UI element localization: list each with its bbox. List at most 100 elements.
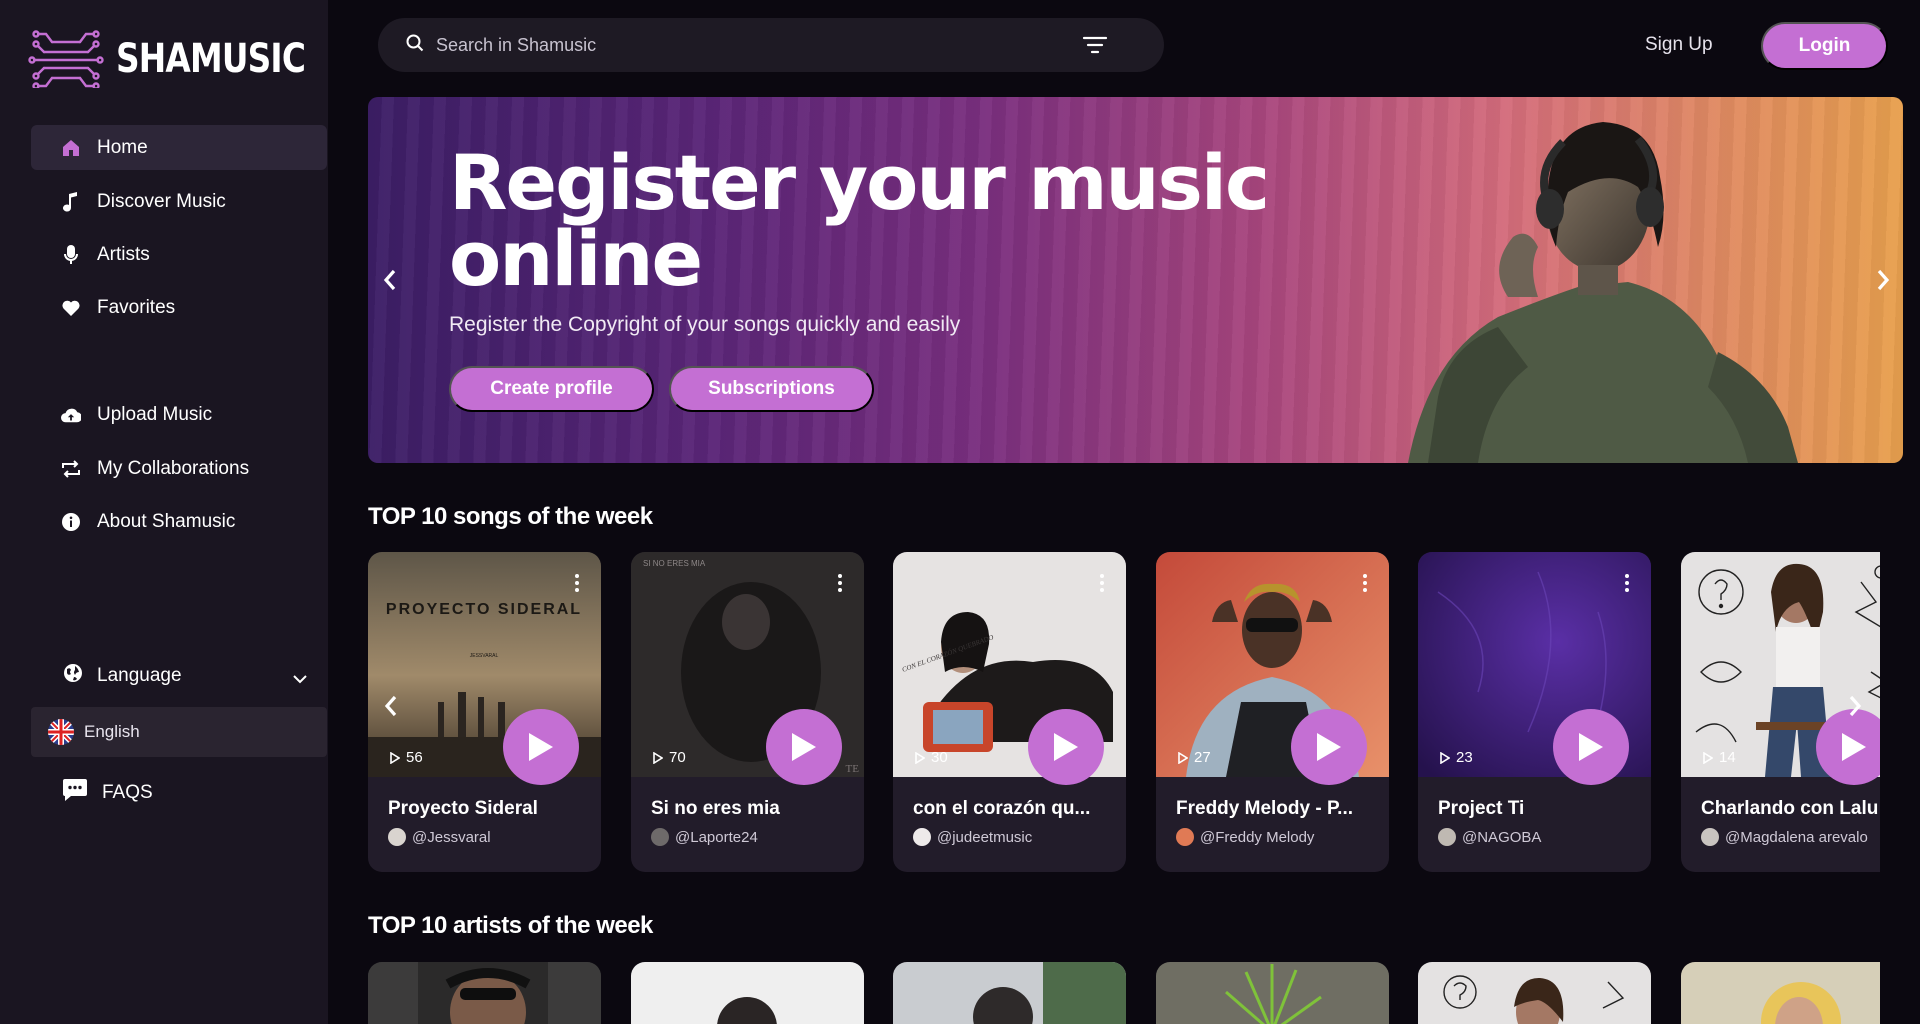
login-button[interactable]: Login — [1761, 22, 1888, 70]
cloud-upload-icon — [61, 405, 81, 425]
play-button[interactable] — [1291, 709, 1367, 785]
home-icon — [61, 138, 81, 158]
heart-icon — [61, 298, 81, 318]
avatar — [913, 828, 931, 846]
sidebar-item-about-shamusic[interactable]: About Shamusic — [31, 499, 327, 544]
language-dropdown-toggle[interactable]: Language — [31, 656, 327, 696]
chat-bubble-icon — [62, 778, 88, 808]
play-button[interactable] — [766, 709, 842, 785]
sidebar-item-upload-music[interactable]: Upload Music — [31, 392, 327, 437]
song-card[interactable]: SI NO ERES MIA TE 70 Si no eres mia @Lap… — [631, 552, 864, 872]
song-title[interactable]: Si no eres mia — [651, 798, 851, 820]
sidebar-item-my-collaborations[interactable]: My Collaborations — [31, 446, 327, 491]
artist-card[interactable] — [1156, 962, 1389, 1024]
song-artist[interactable]: @judeetmusic — [913, 828, 1032, 846]
subscriptions-button[interactable]: Subscriptions — [669, 366, 874, 412]
search-input[interactable] — [436, 34, 1076, 56]
play-icon — [1317, 733, 1341, 761]
language-label: Language — [97, 665, 182, 686]
song-artist[interactable]: @NAGOBA — [1438, 828, 1541, 846]
artist-card[interactable] — [631, 962, 864, 1024]
info-icon — [61, 512, 81, 532]
artist-card[interactable] — [893, 962, 1126, 1024]
artist-photo — [368, 962, 601, 1024]
sidebar-item-label: About Shamusic — [97, 510, 236, 532]
play-count-value: 27 — [1194, 749, 1211, 766]
play-button[interactable] — [1553, 709, 1629, 785]
create-profile-button[interactable]: Create profile — [449, 366, 654, 412]
play-count-value: 70 — [669, 749, 686, 766]
song-artist[interactable]: @Laporte24 — [651, 828, 758, 846]
faqs-label: FAQS — [102, 782, 153, 803]
artist-card[interactable] — [1418, 962, 1651, 1024]
music-note-icon — [61, 191, 81, 212]
play-icon — [1579, 733, 1603, 761]
song-card[interactable]: CON EL CORAZÓN QUEBRADO 30 con el corazó… — [893, 552, 1126, 872]
song-title[interactable]: Freddy Melody - P... — [1176, 798, 1376, 820]
language-option-english[interactable]: English — [31, 707, 327, 757]
artist-photo — [1418, 962, 1651, 1024]
song-artist[interactable]: @Jessvaral — [388, 828, 491, 846]
artist-photo — [893, 962, 1126, 1024]
carousel-next-icon[interactable] — [1846, 693, 1864, 724]
song-title[interactable]: Project Ti — [1438, 798, 1638, 820]
hero-title-line-1: Register your music — [449, 138, 1270, 227]
more-options-icon[interactable] — [1100, 574, 1104, 597]
sidebar: SHAMUSIC Home Discover Music Artists Fav… — [0, 0, 328, 1024]
hero-person-image — [1408, 122, 1798, 463]
cover-text: SI NO ERES MIA — [643, 559, 706, 568]
carousel-prev-icon[interactable] — [382, 693, 400, 724]
cover-small-text: JESSVARAL — [470, 653, 499, 659]
song-title[interactable]: con el corazón qu... — [913, 798, 1113, 820]
sidebar-item-artists[interactable]: Artists — [31, 232, 327, 277]
play-button[interactable] — [503, 709, 579, 785]
artist-photo — [631, 962, 864, 1024]
song-title[interactable]: Proyecto Sideral — [388, 798, 588, 820]
logo[interactable]: SHAMUSIC — [28, 30, 347, 88]
globe-icon — [63, 663, 83, 689]
more-options-icon[interactable] — [838, 574, 842, 597]
play-count-value: 30 — [931, 749, 948, 766]
chevron-left-icon[interactable] — [380, 265, 400, 300]
filter-icon[interactable] — [1082, 34, 1108, 61]
artist-photo — [1681, 962, 1880, 1024]
repeat-icon — [61, 459, 81, 479]
more-options-icon[interactable] — [1363, 574, 1367, 597]
sign-up-link[interactable]: Sign Up — [1645, 34, 1713, 56]
sidebar-item-home[interactable]: Home — [31, 125, 327, 170]
song-title[interactable]: Charlando con Lalu — [1701, 798, 1880, 820]
more-options-icon[interactable] — [1625, 574, 1629, 597]
play-outline-icon — [1440, 751, 1450, 764]
artist-handle: @Laporte24 — [675, 828, 758, 846]
song-artist[interactable]: @Magdalena arevalo — [1701, 828, 1868, 846]
play-button[interactable] — [1028, 709, 1104, 785]
play-count-value: 14 — [1719, 749, 1736, 766]
play-icon — [1842, 733, 1866, 761]
sidebar-item-label: Favorites — [97, 296, 176, 318]
sidebar-item-label: Upload Music — [97, 403, 213, 425]
play-count: 23 — [1440, 749, 1473, 766]
faqs-link[interactable]: FAQS — [62, 778, 153, 808]
hero-subtitle: Register the Copyright of your songs qui… — [449, 313, 961, 336]
chevron-right-icon[interactable] — [1873, 265, 1893, 300]
sidebar-item-label: Discover Music — [97, 190, 226, 212]
search-icon — [406, 34, 424, 57]
song-card[interactable]: 27 Freddy Melody - P... @Freddy Melody — [1156, 552, 1389, 872]
play-count: 27 — [1178, 749, 1211, 766]
artist-card[interactable] — [368, 962, 601, 1024]
song-card[interactable]: PROYECTO SIDERAL JESSVARAL 56 Proyecto S… — [368, 552, 601, 872]
play-count-value: 23 — [1456, 749, 1473, 766]
play-count: 70 — [653, 749, 686, 766]
sidebar-item-label: My Collaborations — [97, 457, 250, 479]
sidebar-item-favorites[interactable]: Favorites — [31, 285, 327, 330]
sidebar-item-label: Home — [97, 136, 148, 158]
song-artist[interactable]: @Freddy Melody — [1176, 828, 1314, 846]
song-card[interactable]: 23 Project Ti @NAGOBA — [1418, 552, 1651, 872]
artist-card[interactable] — [1681, 962, 1880, 1024]
play-count: 14 — [1703, 749, 1736, 766]
sidebar-item-discover-music[interactable]: Discover Music — [31, 179, 327, 224]
more-options-icon[interactable] — [575, 574, 579, 597]
play-outline-icon — [390, 751, 400, 764]
play-count: 56 — [390, 749, 423, 766]
play-icon — [792, 733, 816, 761]
